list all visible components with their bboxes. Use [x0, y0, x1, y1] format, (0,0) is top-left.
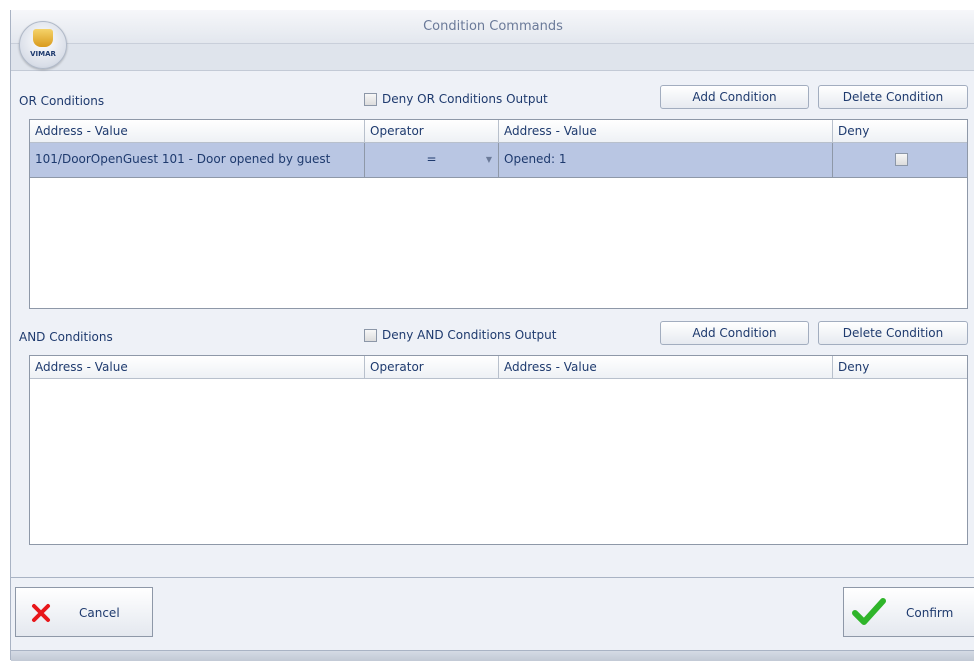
vimar-logo[interactable]: VIMAR — [19, 21, 67, 69]
title-bar: Condition Commands — [11, 10, 974, 44]
window-title: Condition Commands — [423, 19, 563, 34]
toolbar-strip — [11, 44, 974, 71]
cancel-button[interactable]: Cancel — [15, 587, 153, 637]
or-grid-header: Address - Value Operator Address - Value… — [30, 120, 967, 143]
and-grid-header: Address - Value Operator Address - Value… — [30, 356, 967, 379]
col-operator[interactable]: Operator — [365, 120, 499, 142]
and-conditions-label: AND Conditions — [19, 330, 113, 344]
and-delete-condition-button[interactable]: Delete Condition — [818, 321, 968, 345]
cell-deny[interactable] — [833, 143, 967, 177]
or-conditions-label: OR Conditions — [19, 94, 105, 108]
col-deny[interactable]: Deny — [833, 120, 967, 142]
table-row[interactable]: 101/DoorOpenGuest 101 - Door opened by g… — [30, 143, 967, 178]
cell-value[interactable]: Opened: 1 — [499, 143, 833, 177]
deny-or-output-checkbox[interactable]: Deny OR Conditions Output — [364, 92, 548, 106]
col-deny[interactable]: Deny — [833, 356, 967, 378]
cell-address[interactable]: 101/DoorOpenGuest 101 - Door opened by g… — [30, 143, 365, 177]
confirm-label: Confirm — [906, 606, 954, 620]
cancel-label: Cancel — [79, 606, 120, 620]
condition-commands-window: Condition Commands VIMAR OR Conditions D… — [10, 10, 974, 661]
col-address-value[interactable]: Address - Value — [30, 120, 365, 142]
row-deny-checkbox[interactable] — [895, 153, 908, 166]
deny-or-output-label: Deny OR Conditions Output — [382, 92, 548, 106]
checkbox-box[interactable] — [364, 328, 377, 342]
operator-value: = — [426, 152, 437, 166]
confirm-button[interactable]: Confirm — [843, 587, 974, 637]
close-icon — [32, 604, 50, 622]
deny-and-output-label: Deny AND Conditions Output — [382, 328, 557, 342]
logo-brand-text: VIMAR — [30, 50, 56, 58]
or-delete-condition-button[interactable]: Delete Condition — [818, 85, 968, 109]
deny-and-output-checkbox[interactable]: Deny AND Conditions Output — [364, 328, 556, 342]
chevron-down-icon[interactable]: ▼ — [486, 155, 492, 164]
or-add-condition-button[interactable]: Add Condition — [660, 85, 809, 109]
logo-icon — [33, 29, 53, 47]
checkbox-box[interactable] — [364, 92, 377, 106]
status-strip — [11, 650, 974, 661]
checkmark-icon — [852, 598, 886, 625]
and-conditions-grid[interactable]: Address - Value Operator Address - Value… — [29, 355, 968, 545]
col-address-value-2[interactable]: Address - Value — [499, 356, 833, 378]
operator-select[interactable]: = ▼ — [365, 143, 499, 177]
and-add-condition-button[interactable]: Add Condition — [660, 321, 809, 345]
col-address-value[interactable]: Address - Value — [30, 356, 365, 378]
col-operator[interactable]: Operator — [365, 356, 499, 378]
or-conditions-grid[interactable]: Address - Value Operator Address - Value… — [29, 119, 968, 309]
dialog-footer: Cancel Confirm — [11, 577, 974, 651]
col-address-value-2[interactable]: Address - Value — [499, 120, 833, 142]
